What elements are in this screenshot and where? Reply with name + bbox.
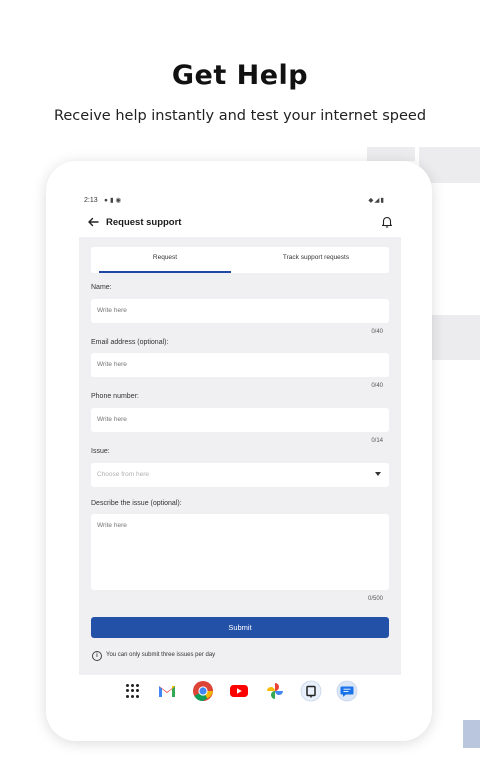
messages-icon[interactable] xyxy=(336,680,358,702)
page-title: Request support xyxy=(106,217,182,228)
phone-counter: 0/14 xyxy=(371,438,383,444)
decor-block xyxy=(432,315,480,360)
status-right-icons: ◆◢▮ xyxy=(368,196,385,204)
info-icon: i xyxy=(92,651,102,661)
decor-block xyxy=(463,720,480,748)
decor-block xyxy=(367,147,415,161)
issue-dropdown[interactable]: Choose from here xyxy=(91,463,389,487)
email-label: Email address (optional): xyxy=(91,339,169,346)
issue-label: Issue: xyxy=(91,448,110,455)
name-counter: 0/40 xyxy=(371,329,383,335)
status-left-icons: ●▮◉ xyxy=(104,196,123,204)
arrow-left-icon[interactable] xyxy=(87,216,99,228)
app-bar: Request support xyxy=(79,209,401,237)
promo-headline: Get Help xyxy=(171,60,309,91)
tab-bar: Request Track support requests xyxy=(91,247,389,273)
submit-button[interactable]: Submit xyxy=(91,617,389,638)
bell-icon[interactable] xyxy=(381,215,393,228)
description-counter: 0/500 xyxy=(367,596,383,602)
shield-icon: ◉ xyxy=(115,197,124,204)
tab-track-requests[interactable]: Track support requests xyxy=(251,247,381,273)
promo-subheadline: Receive help instantly and test your int… xyxy=(53,108,427,124)
apps-grid-icon[interactable] xyxy=(123,680,145,702)
device-screen: 2:13 ●▮◉ ◆◢▮ Request support Request Tra… xyxy=(79,193,401,708)
status-bar: 2:13 ●▮◉ ◆◢▮ xyxy=(79,193,401,209)
youtube-icon[interactable] xyxy=(228,680,250,702)
info-note: You can only submit three issues per day xyxy=(106,652,216,658)
email-field[interactable] xyxy=(91,353,389,377)
description-label: Describe the issue (optional): xyxy=(91,500,182,507)
phone-field[interactable] xyxy=(91,408,389,432)
photos-icon[interactable] xyxy=(264,680,286,702)
app-dock xyxy=(79,675,401,708)
active-tab-indicator xyxy=(99,271,231,273)
battery-icon: ▮ xyxy=(380,197,385,204)
gmail-icon[interactable] xyxy=(156,680,178,702)
email-counter: 0/40 xyxy=(371,383,383,389)
chrome-icon[interactable] xyxy=(192,680,214,702)
description-field[interactable] xyxy=(91,514,389,590)
chevron-down-icon xyxy=(375,472,381,476)
app-icon[interactable] xyxy=(300,680,322,702)
phone-label: Phone number: xyxy=(91,393,139,400)
issue-placeholder: Choose from here xyxy=(97,471,150,478)
name-label: Name: xyxy=(91,284,112,291)
name-field[interactable] xyxy=(91,299,389,323)
status-time: 2:13 xyxy=(84,197,98,204)
tab-request[interactable]: Request xyxy=(99,247,231,273)
